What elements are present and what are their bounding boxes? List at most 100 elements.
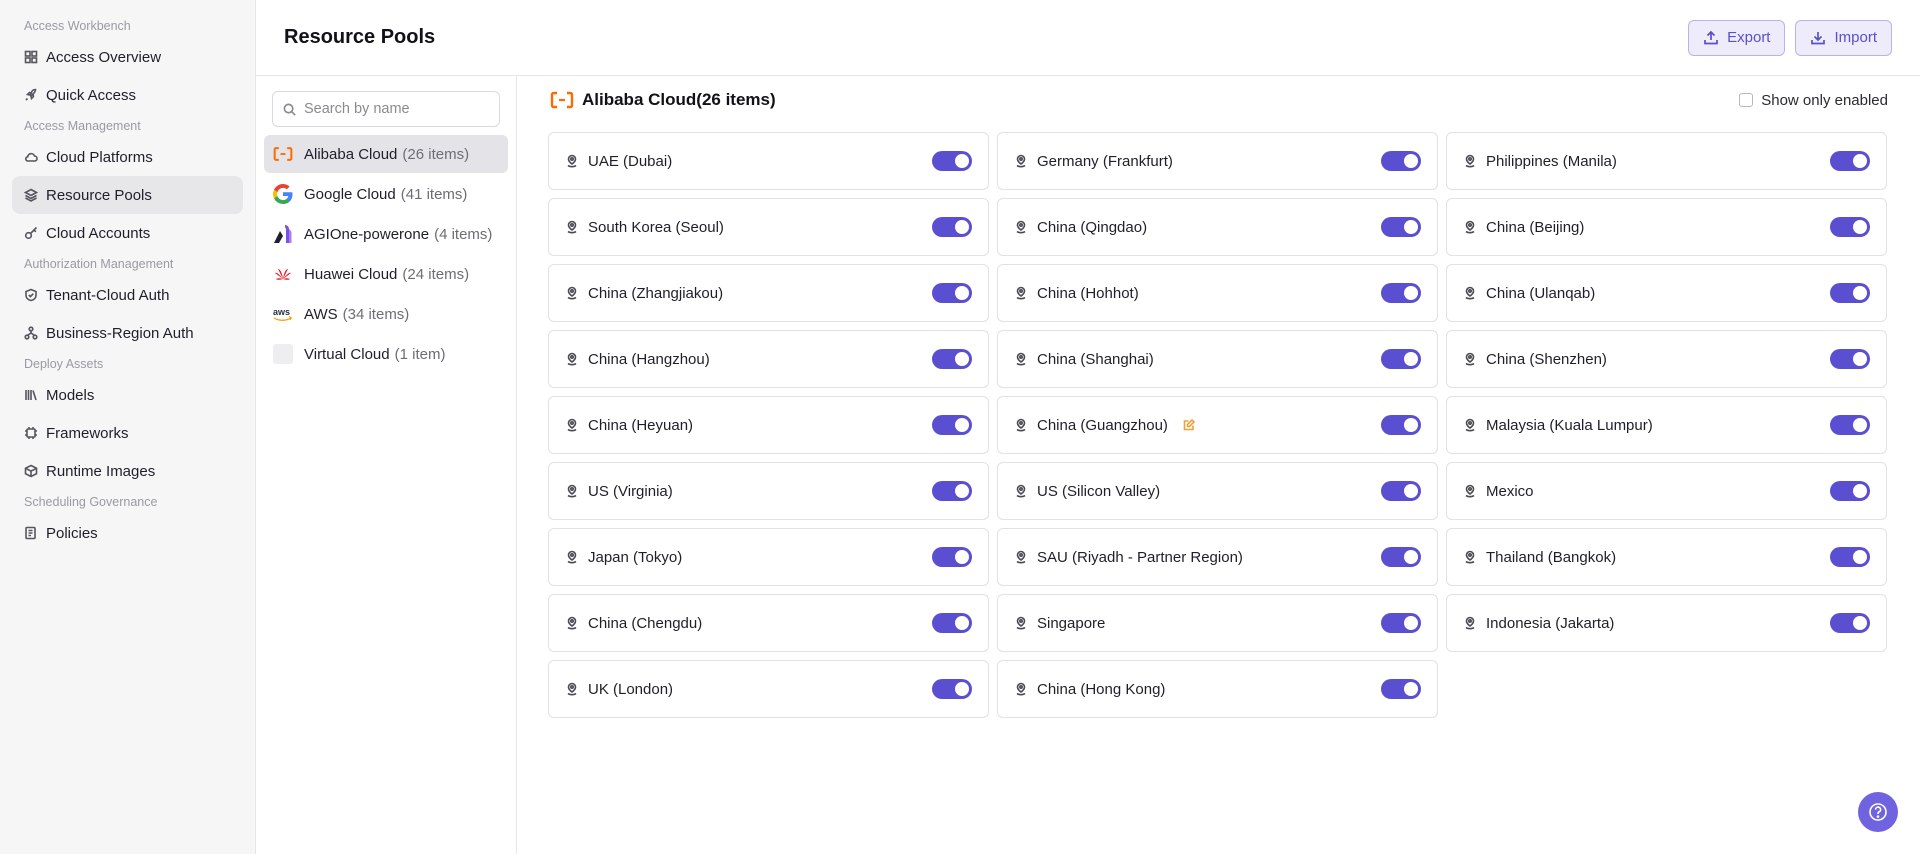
region-card: Philippines (Manila) — [1446, 132, 1887, 190]
region-name: China (Hohhot) — [1037, 284, 1139, 302]
sidebar-item-business-region-auth[interactable]: Business-Region Auth — [12, 314, 243, 352]
region-label-group: US (Virginia) — [565, 483, 673, 500]
sidebar-item-cloud-platforms[interactable]: Cloud Platforms — [12, 138, 243, 176]
sidebar-item-label: Quick Access — [46, 86, 137, 104]
location-pin-icon — [565, 682, 579, 696]
svg-text:aws: aws — [273, 307, 290, 317]
region-enabled-toggle[interactable] — [932, 547, 972, 567]
location-pin-icon — [1463, 352, 1477, 366]
shield-icon — [24, 288, 38, 302]
sidebar-item-frameworks[interactable]: Frameworks — [12, 414, 243, 452]
layers-icon — [24, 188, 38, 202]
region-card: China (Beijing) — [1446, 198, 1887, 256]
toggle-knob — [1404, 220, 1418, 234]
region-enabled-toggle[interactable] — [1830, 547, 1870, 567]
page-title: Resource Pools — [284, 26, 436, 48]
provider-panel: Alibaba Cloud(26 items)Google Cloud(41 i… — [256, 76, 517, 854]
region-enabled-toggle[interactable] — [1381, 349, 1421, 369]
sidebar-item-label: Cloud Platforms — [46, 148, 153, 166]
sidebar-item-access-overview[interactable]: Access Overview — [12, 38, 243, 76]
toggle-knob — [1853, 220, 1867, 234]
region-enabled-toggle[interactable] — [1830, 217, 1870, 237]
sidebar-item-quick-access[interactable]: Quick Access — [12, 76, 243, 114]
section-title: Alibaba Cloud(26 items) — [550, 90, 776, 110]
sidebar-item-policies[interactable]: Policies — [12, 514, 243, 552]
region-enabled-toggle[interactable] — [1830, 481, 1870, 501]
region-enabled-toggle[interactable] — [932, 613, 972, 633]
region-label-group: Singapore — [1014, 615, 1105, 632]
provider-search — [272, 91, 500, 127]
location-pin-icon — [1014, 154, 1028, 168]
show-only-enabled-filter[interactable]: Show only enabled — [1739, 92, 1888, 109]
region-enabled-toggle[interactable] — [1381, 481, 1421, 501]
region-name: UAE (Dubai) — [588, 152, 673, 170]
provider-item-aws[interactable]: aws AWS (34 items) — [264, 295, 508, 333]
show-only-enabled-checkbox[interactable] — [1739, 93, 1754, 107]
sidebar-item-models[interactable]: Models — [12, 376, 243, 414]
region-name: China (Shenzhen) — [1486, 350, 1607, 368]
sidebar: Access Workbench Access Overview Quick Acc… — [0, 0, 256, 854]
region-label-group: China (Heyuan) — [565, 417, 693, 434]
provider-count: (4 items) — [434, 225, 493, 243]
sidebar-item-resource-pools[interactable]: Resource Pools — [12, 176, 243, 214]
sidebar-item-label: Tenant-Cloud Auth — [46, 286, 170, 304]
provider-item-alibaba-cloud[interactable]: Alibaba Cloud (26 items) — [264, 135, 508, 173]
region-enabled-toggle[interactable] — [1830, 151, 1870, 171]
provider-item-huawei-cloud[interactable]: Huawei Cloud (24 items) — [264, 255, 508, 293]
sidebar-item-cloud-accounts[interactable]: Cloud Accounts — [12, 214, 243, 252]
toggle-knob — [1853, 484, 1867, 498]
location-pin-icon — [565, 418, 579, 432]
region-enabled-toggle[interactable] — [932, 151, 972, 171]
region-name: Germany (Frankfurt) — [1037, 152, 1173, 170]
alibaba-logo — [272, 143, 294, 165]
region-enabled-toggle[interactable] — [1381, 679, 1421, 699]
region-enabled-toggle[interactable] — [932, 679, 972, 699]
import-label: Import — [1834, 29, 1877, 46]
region-enabled-toggle[interactable] — [1381, 217, 1421, 237]
location-pin-icon — [1014, 418, 1028, 432]
region-label-group: UAE (Dubai) — [565, 153, 672, 170]
region-enabled-toggle[interactable] — [1381, 151, 1421, 171]
toggle-knob — [955, 484, 969, 498]
help-button[interactable] — [1858, 792, 1898, 832]
region-enabled-toggle[interactable] — [1830, 613, 1870, 633]
region-card: South Korea (Seoul) — [548, 198, 989, 256]
region-enabled-toggle[interactable] — [1830, 415, 1870, 435]
toggle-knob — [1853, 616, 1867, 630]
provider-item-agione-powerone[interactable]: AGIOne-powerone (4 items) — [264, 215, 508, 253]
provider-item-google-cloud[interactable]: Google Cloud (41 items) — [264, 175, 508, 213]
region-card: China (Zhangjiakou) — [548, 264, 989, 322]
edit-icon[interactable] — [1183, 419, 1195, 431]
region-card: China (Hangzhou) — [548, 330, 989, 388]
region-enabled-toggle[interactable] — [1381, 415, 1421, 435]
sidebar-item-runtime-images[interactable]: Runtime Images — [12, 452, 243, 490]
location-pin-icon — [1014, 220, 1028, 234]
import-button[interactable]: Import — [1795, 19, 1892, 56]
nav-group-label: Access Workbench — [24, 19, 131, 33]
sidebar-item-label: Policies — [46, 524, 98, 542]
provider-item-virtual-cloud[interactable]: Virtual Cloud (1 item) — [264, 335, 508, 373]
sidebar-item-tenant-cloud-auth[interactable]: Tenant-Cloud Auth — [12, 276, 243, 314]
region-enabled-toggle[interactable] — [1381, 283, 1421, 303]
show-only-enabled-label: Show only enabled — [1761, 91, 1888, 109]
provider-name: Huawei Cloud — [304, 265, 398, 283]
sidebar-item-label: Runtime Images — [46, 462, 156, 480]
region-name: Singapore — [1037, 614, 1106, 632]
region-card: Japan (Tokyo) — [548, 528, 989, 586]
sidebar-item-label: Access Overview — [46, 48, 162, 66]
region-enabled-toggle[interactable] — [932, 283, 972, 303]
search-input[interactable] — [304, 101, 491, 117]
region-enabled-toggle[interactable] — [932, 217, 972, 237]
location-pin-icon — [1014, 286, 1028, 300]
region-enabled-toggle[interactable] — [932, 349, 972, 369]
region-enabled-toggle[interactable] — [1381, 613, 1421, 633]
region-enabled-toggle[interactable] — [1381, 547, 1421, 567]
agione-logo — [272, 223, 294, 245]
region-name: SAU (Riyadh - Partner Region) — [1037, 548, 1243, 566]
region-enabled-toggle[interactable] — [1830, 283, 1870, 303]
export-button[interactable]: Export — [1688, 19, 1786, 56]
region-enabled-toggle[interactable] — [1830, 349, 1870, 369]
region-card: China (Hong Kong) — [997, 660, 1438, 718]
region-enabled-toggle[interactable] — [932, 481, 972, 501]
region-enabled-toggle[interactable] — [932, 415, 972, 435]
